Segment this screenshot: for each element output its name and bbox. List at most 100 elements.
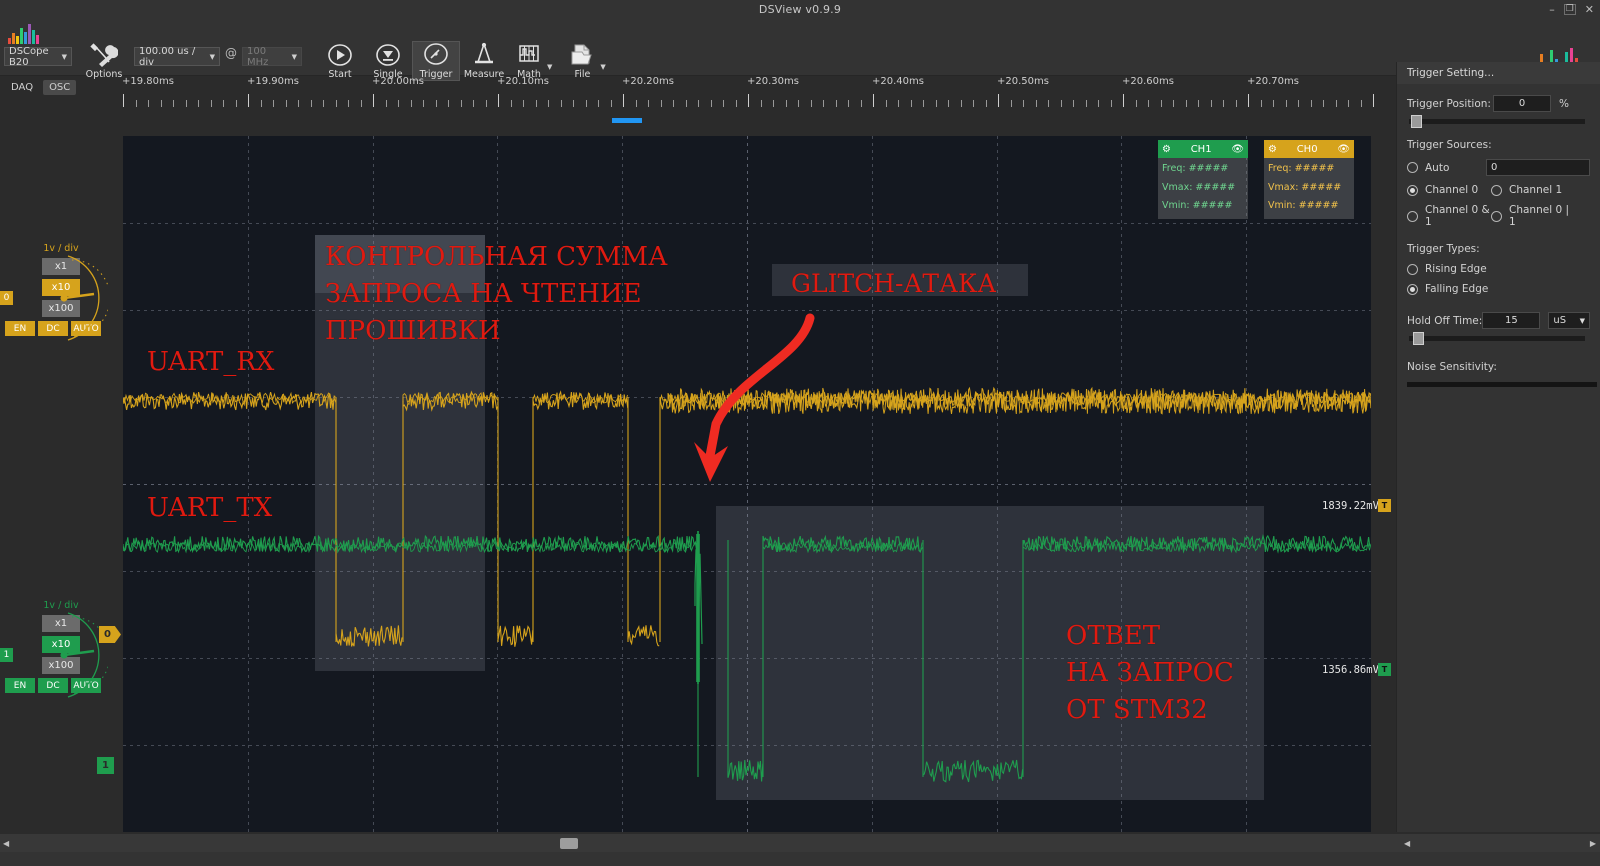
panel-scrollbar[interactable]: ◀ ▶ [1400,834,1600,852]
ch0-index-badge[interactable]: 0 [0,291,13,305]
maximize-restore-button[interactable]: ❐ [1563,3,1576,15]
trace-segment [497,625,534,647]
glitch-pointer-arrow-icon [694,313,815,482]
ch1-index-badge[interactable]: 1 [0,648,13,662]
ch0-enable-button[interactable]: EN [5,321,35,336]
ruler-tick [348,100,349,107]
channel-control-ch1: 1v / div x1 x10 x100 EN DC AUTO 1 [0,600,122,698]
radio-channel0and1-icon[interactable] [1407,210,1418,222]
ruler-tick [698,100,699,107]
horizontal-scrollbar[interactable]: ◀ ▶ [0,834,1600,852]
mode-tabs: DAQ OSC [5,80,77,95]
ruler-tick [1235,100,1237,107]
ruler-tick [1148,100,1149,107]
ruler-tick [910,100,912,107]
ruler-tick [1060,100,1062,107]
ruler-tick [923,100,924,107]
options-button[interactable]: Options [80,42,128,80]
radio-source-channel0[interactable]: Channel 0 [1407,184,1491,196]
ruler-tick [373,94,374,107]
play-circle-icon [328,44,352,66]
annotation-uart-tx: UART_TX [147,493,273,523]
panel-scroll-right-icon[interactable]: ▶ [1586,839,1600,848]
ruler-label: +20.40ms [872,76,924,87]
minimize-button[interactable]: – [1549,4,1555,15]
app-logo-icon [8,22,39,44]
radio-channel0and1-label: Channel 0 & 1 [1425,204,1490,228]
ch0-gain-dial-icon[interactable] [56,250,108,346]
trigger-position-slider[interactable] [1409,115,1585,128]
calipers-icon [475,42,493,64]
ruler-label: +19.90ms [247,76,299,87]
ruler-tick [523,100,524,107]
annotation-stm32-reply: ОТВЕТ НА ЗАПРОС ОТ STM32 [1066,621,1234,726]
ruler-tick [423,100,424,107]
trigger-marker-ch1[interactable]: T [1378,663,1391,676]
trigger-marker-ch0[interactable]: T [1378,499,1391,512]
trace-segment [1022,533,1371,553]
ruler-tick [1310,100,1312,107]
ruler-tick [773,100,774,107]
trigger-sources-label: Trigger Sources: [1407,139,1492,151]
close-icon[interactable]: ✕ [1585,4,1594,15]
window-title: DSView v0.9.9 [758,2,842,16]
timebase-select[interactable]: 100.00 us / div ▼ [134,46,220,68]
radio-channel0-label: Channel 0 [1425,184,1479,196]
ruler-label: +20.50ms [997,76,1049,87]
radio-falling-edge-icon[interactable] [1407,283,1418,295]
file-chevron-down-icon[interactable]: ▼ [600,63,605,71]
radio-type-falling-edge[interactable]: Falling Edge [1407,283,1488,295]
panel-scroll-left-icon[interactable]: ◀ [1400,839,1414,848]
radio-source-auto[interactable]: Auto [1407,159,1488,176]
trace-segment [627,624,660,647]
ruler-tick [1135,100,1137,107]
trigger-source-value-input[interactable]: 0 [1486,159,1590,176]
trace-segment [922,759,1024,783]
radio-channel0-icon[interactable] [1407,184,1418,196]
trigger-position-slider-handle[interactable] [1411,115,1422,128]
file-folder-icon [571,44,593,65]
radio-rising-edge-icon[interactable] [1407,263,1418,275]
ruler-tick [360,100,362,107]
radio-channel1-icon[interactable] [1491,184,1502,196]
channel-control-ch0: 1v / div x1 x10 x100 EN DC AUTO 0 [0,243,122,341]
math-waveform-icon [519,45,539,62]
ruler-tick [198,100,199,107]
ruler-tick [623,94,624,107]
holdoff-unit-select[interactable]: uS ▼ [1548,312,1590,329]
radio-source-channel0or1[interactable]: Channel 0 | 1 [1491,204,1575,228]
ruler-tick [710,100,712,107]
holdoff-slider-handle[interactable] [1413,332,1424,345]
radio-source-channel0and1[interactable]: Channel 0 & 1 [1407,204,1491,228]
ch1-gain-dial-icon[interactable] [56,607,108,703]
holdoff-input[interactable]: 15 [1482,312,1541,329]
time-ruler[interactable]: +19.80ms +19.90ms +20.00ms +20.10ms +20.20ms… [122,74,1374,129]
samplerate-select[interactable]: 100 MHz ▼ [242,46,302,68]
horizontal-scrollbar-thumb[interactable] [560,837,578,849]
ruler-tick [1010,100,1012,107]
ruler-view-handle[interactable] [612,118,642,123]
ch1-offset-pointer[interactable]: 1 [97,757,114,774]
ruler-tick [235,100,237,107]
radio-channel0or1-icon[interactable] [1491,210,1502,222]
scroll-left-icon[interactable]: ◀ [3,839,9,848]
radio-auto-icon[interactable] [1407,162,1418,173]
device-select[interactable]: DSCope B20 ▼ [4,46,72,68]
tab-osc[interactable]: OSC [43,80,77,95]
ruler-label: +20.20ms [622,76,674,87]
tab-daq[interactable]: DAQ [5,80,39,95]
trigger-settings-panel: Trigger Setting... Trigger Position: 0 %… [1396,62,1600,832]
math-chevron-down-icon[interactable]: ▼ [547,63,552,71]
ruler-tick [848,100,849,107]
holdoff-slider[interactable] [1409,332,1585,345]
trigger-position-input[interactable]: 0 [1493,95,1551,112]
noise-sensitivity-slider[interactable] [1407,382,1597,387]
ruler-tick [1035,100,1037,107]
radio-source-channel1[interactable]: Channel 1 [1491,184,1575,196]
ch1-enable-button[interactable]: EN [5,678,35,693]
ruler-tick [1210,100,1212,107]
waveform-canvas[interactable]: ⚙ CH1 👁 Freq: ##### Vmax: ##### Vmin: ##… [123,136,1371,832]
radio-type-rising-edge[interactable]: Rising Edge [1407,263,1487,275]
ruler-tick [735,100,737,107]
ruler-tick [385,100,387,107]
